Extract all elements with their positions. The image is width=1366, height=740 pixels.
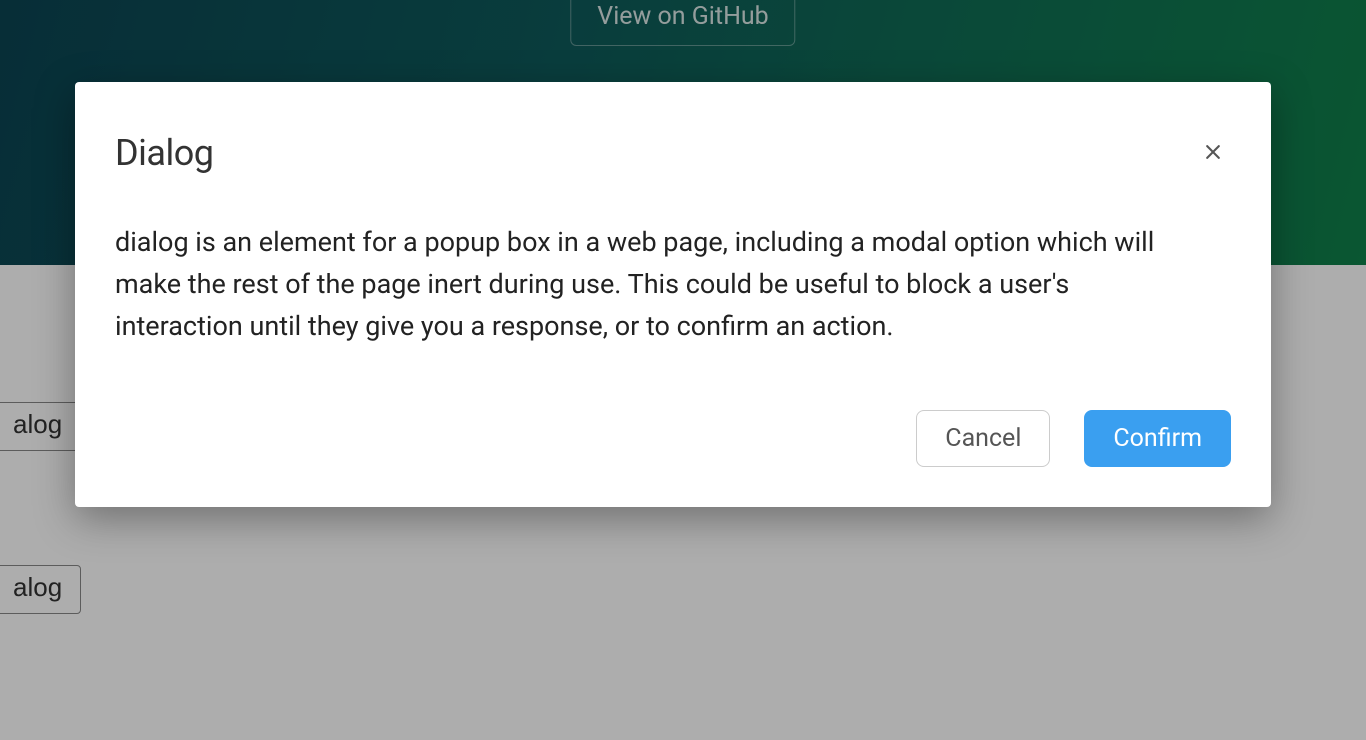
confirm-button[interactable]: Confirm [1084,410,1231,468]
dialog-title: Dialog [115,132,213,174]
dialog-body-text: dialog is an element for a popup box in … [115,222,1165,348]
close-icon [1203,150,1223,165]
dialog: Dialog dialog is an element for a popup … [75,82,1271,507]
cancel-button[interactable]: Cancel [916,410,1050,468]
dialog-footer: Cancel Confirm [115,410,1231,468]
close-button[interactable] [1199,138,1227,166]
dialog-header: Dialog [115,132,1231,174]
